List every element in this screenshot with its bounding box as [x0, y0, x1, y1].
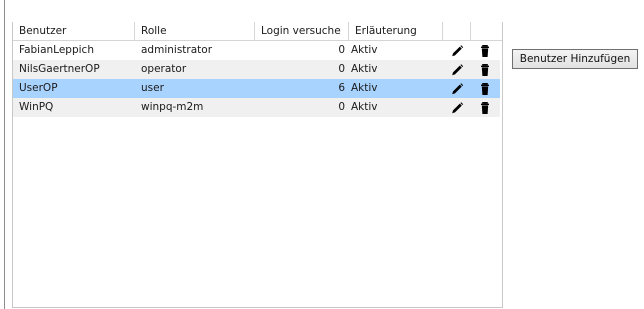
left-divider — [4, 0, 5, 309]
cell-benutzer: FabianLeppich — [19, 44, 94, 56]
delete-trash-icon[interactable] — [478, 82, 492, 96]
cell-rolle: winpq-m2m — [141, 101, 204, 113]
cell-login-versuche: 0 — [338, 63, 345, 75]
edit-pencil-icon[interactable] — [450, 63, 464, 77]
cell-erlaeuterung: Aktiv — [351, 101, 378, 113]
edit-pencil-icon[interactable] — [450, 44, 464, 58]
cell-rolle: administrator — [141, 44, 213, 56]
cell-login-versuche: 0 — [338, 44, 345, 56]
cell-login-versuche: 6 — [338, 82, 345, 94]
users-table: Benutzer Rolle Login versuche Erläuterun… — [12, 22, 503, 308]
edit-pencil-icon[interactable] — [450, 101, 464, 115]
column-header-edit — [443, 22, 471, 40]
edit-pencil-icon[interactable] — [450, 82, 464, 96]
column-header-benutzer[interactable]: Benutzer — [13, 22, 135, 40]
delete-trash-icon[interactable] — [478, 63, 492, 77]
table-row[interactable]: UserOP user 6 Aktiv — [13, 79, 500, 98]
table-header: Benutzer Rolle Login versuche Erläuterun… — [13, 22, 502, 41]
column-header-erlaeuterung[interactable]: Erläuterung — [349, 22, 443, 40]
add-user-button[interactable]: Benutzer Hinzufügen — [512, 49, 638, 69]
table-row[interactable]: WinPQ winpq-m2m 0 Aktiv — [13, 98, 500, 117]
column-header-delete — [471, 22, 500, 40]
cell-benutzer: UserOP — [19, 82, 58, 94]
table-row[interactable]: NilsGaertnerOP operator 0 Aktiv — [13, 60, 500, 79]
column-header-rolle[interactable]: Rolle — [135, 22, 255, 40]
column-header-login-versuche[interactable]: Login versuche — [255, 22, 349, 40]
cell-login-versuche: 0 — [338, 101, 345, 113]
cell-benutzer: NilsGaertnerOP — [19, 63, 100, 75]
cell-rolle: user — [141, 82, 164, 94]
delete-trash-icon[interactable] — [478, 101, 492, 115]
delete-trash-icon[interactable] — [478, 44, 492, 58]
cell-erlaeuterung: Aktiv — [351, 63, 378, 75]
table-row[interactable]: FabianLeppich administrator 0 Aktiv — [13, 41, 500, 60]
cell-erlaeuterung: Aktiv — [351, 44, 378, 56]
cell-benutzer: WinPQ — [19, 101, 54, 113]
cell-erlaeuterung: Aktiv — [351, 82, 378, 94]
cell-rolle: operator — [141, 63, 187, 75]
